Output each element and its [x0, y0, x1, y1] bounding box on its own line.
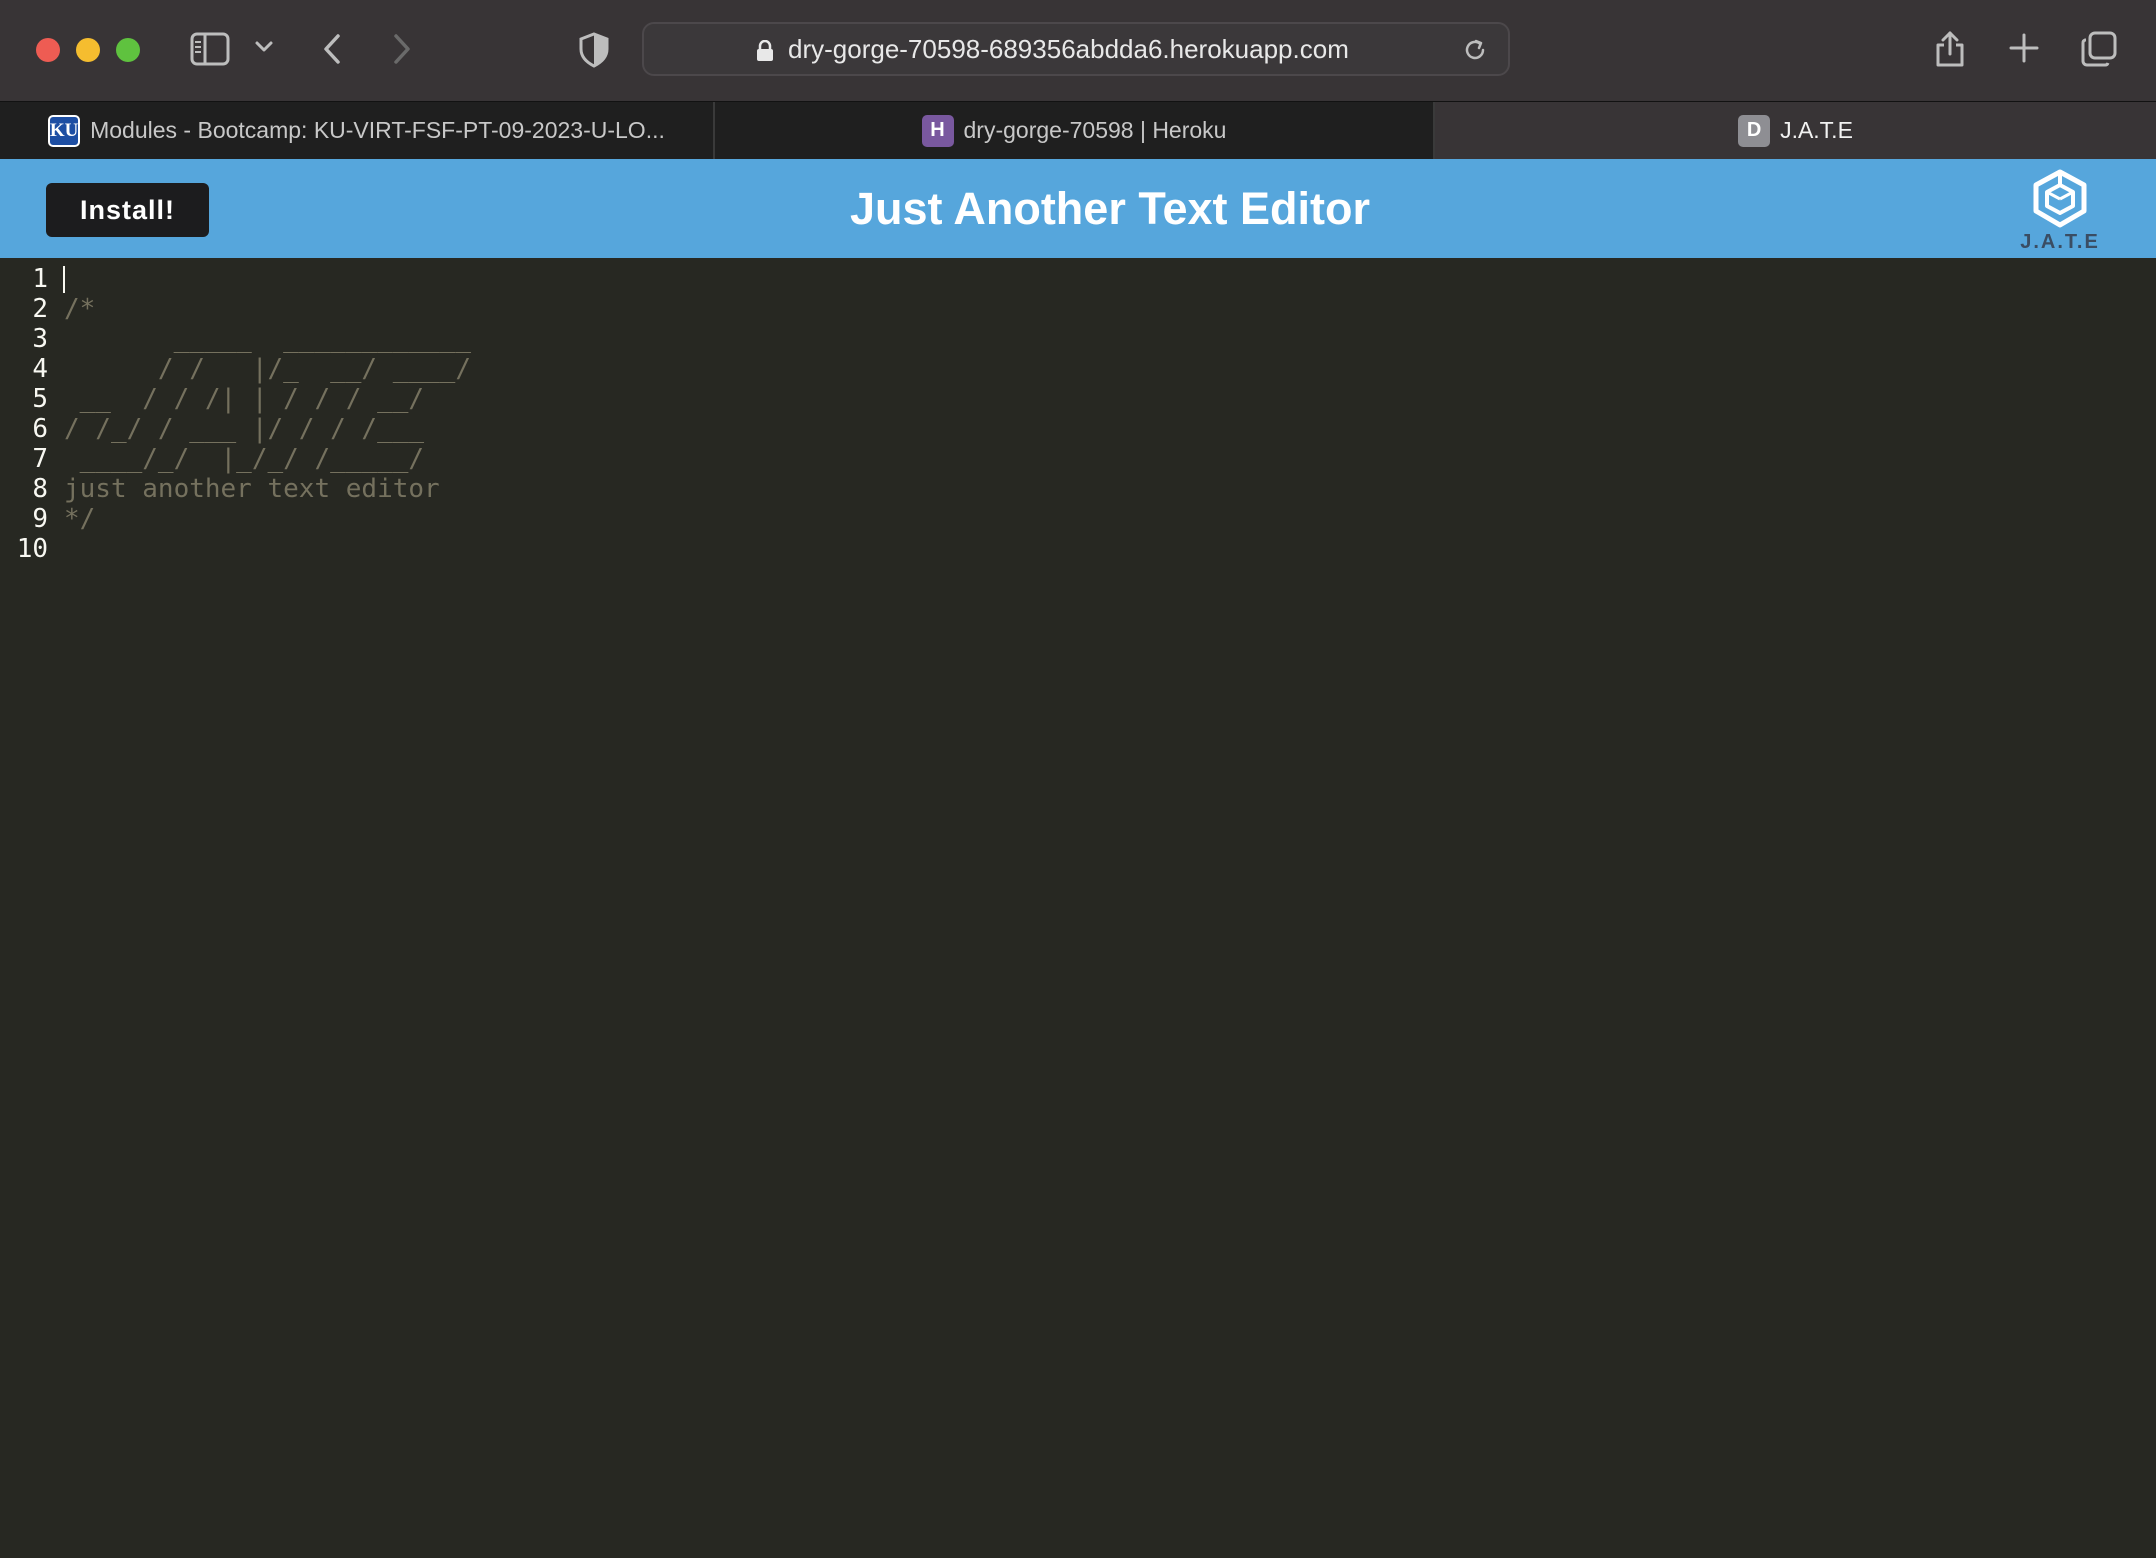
line-number: 7: [32, 444, 48, 474]
lock-icon: [756, 39, 774, 67]
editor-line[interactable]: 2 /*: [0, 294, 125, 324]
line-number: 9: [32, 504, 48, 534]
tab-heroku[interactable]: H dry-gorge-70598 | Heroku: [715, 102, 1435, 159]
sidebar-icon[interactable]: [190, 32, 230, 66]
line-text[interactable]: / / |/_ __/ ____/: [64, 354, 471, 384]
line-text[interactable]: */: [64, 504, 95, 534]
close-window-button[interactable]: [36, 38, 60, 62]
line-text[interactable]: /*: [64, 294, 95, 324]
cube-logo-icon: [2028, 169, 2092, 234]
minimize-window-button[interactable]: [76, 38, 100, 62]
ku-favicon-icon: KU: [48, 114, 81, 147]
editor-lines: 1 2 /* 3 _____ ____________ 4 / / |/_ __…: [0, 264, 471, 564]
tab-strip: KU Modules - Bootcamp: KU-VIRT-FSF-PT-09…: [0, 101, 2156, 159]
line-text[interactable]: / /_/ / ___ |/ / / /___: [64, 414, 424, 444]
share-icon[interactable]: [1934, 28, 1966, 68]
tab-title: dry-gorge-70598 | Heroku: [963, 117, 1227, 143]
tab-modules[interactable]: KU Modules - Bootcamp: KU-VIRT-FSF-PT-09…: [0, 102, 715, 159]
reload-icon[interactable]: [1462, 37, 1488, 68]
logo-text: J.A.T.E: [2020, 231, 2100, 253]
editor-line[interactable]: 9 */: [0, 504, 125, 534]
line-number: 5: [32, 384, 48, 414]
line-number: 1: [32, 264, 48, 294]
tab-overview-icon[interactable]: [2080, 30, 2118, 68]
line-text[interactable]: just another text editor: [64, 474, 440, 504]
jate-logo: J.A.T.E: [2016, 169, 2104, 253]
line-number: 6: [32, 414, 48, 444]
back-icon[interactable]: [320, 32, 344, 66]
address-bar[interactable]: dry-gorge-70598-689356abdda6.herokuapp.c…: [642, 22, 1510, 76]
editor-line[interactable]: 6 / /_/ / ___ |/ / / /___: [0, 414, 424, 444]
text-cursor: [63, 266, 65, 293]
line-text[interactable]: _____ ____________: [64, 324, 502, 354]
line-text[interactable]: __ / / /| | / / / __/: [64, 384, 424, 414]
tab-title: Modules - Bootcamp: KU-VIRT-FSF-PT-09-20…: [90, 117, 665, 143]
editor-line[interactable]: 1: [0, 264, 125, 294]
line-number: 2: [32, 294, 48, 324]
editor-line[interactable]: 4 / / |/_ __/ ____/: [0, 354, 471, 384]
install-button[interactable]: Install!: [46, 183, 209, 237]
new-tab-icon[interactable]: [2008, 32, 2040, 64]
tab-title: J.A.T.E: [1780, 117, 1853, 143]
page-title: Just Another Text Editor: [849, 183, 1371, 234]
line-number: 8: [32, 474, 48, 504]
chevron-down-icon[interactable]: [254, 40, 274, 54]
heroku-favicon-icon: H: [921, 114, 954, 147]
editor-line[interactable]: 8 just another text editor: [0, 474, 439, 504]
d-favicon-icon: D: [1738, 114, 1771, 147]
line-text[interactable]: ____/_/ |_/_/ /_____/: [64, 444, 424, 474]
editor-line[interactable]: 7 ____/_/ |_/_/ /_____/: [0, 444, 424, 474]
privacy-shield-icon[interactable]: [578, 32, 610, 68]
zoom-window-button[interactable]: [116, 38, 140, 62]
editor-line[interactable]: 5 __ / / /| | / / / __/: [0, 384, 424, 414]
url-text[interactable]: dry-gorge-70598-689356abdda6.herokuapp.c…: [788, 24, 1349, 74]
editor-line[interactable]: 3 _____ ____________: [0, 324, 471, 354]
line-number: 4: [32, 354, 48, 384]
line-number: 3: [32, 324, 48, 354]
forward-icon[interactable]: [390, 32, 414, 66]
code-editor[interactable]: 1 2 /* 3 _____ ____________ 4 / / |/_ __…: [0, 258, 2156, 1558]
editor-line[interactable]: 10: [0, 534, 125, 564]
app-header: Just Another Text Editor Install! J.A.T.…: [0, 159, 2156, 258]
line-number: 10: [16, 534, 48, 564]
browser-toolbar: dry-gorge-70598-689356abdda6.herokuapp.c…: [0, 0, 2156, 101]
browser-window: dry-gorge-70598-689356abdda6.herokuapp.c…: [0, 0, 2156, 1558]
tab-jate[interactable]: D J.A.T.E: [1435, 102, 2156, 159]
